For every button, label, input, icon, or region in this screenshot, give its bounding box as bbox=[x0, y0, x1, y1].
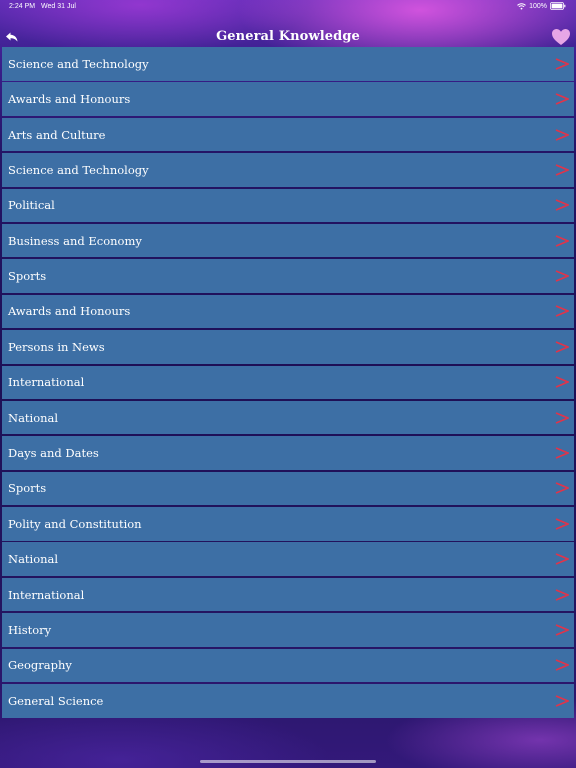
chevron-right-icon bbox=[555, 93, 569, 105]
status-time: 2:24 PM bbox=[9, 3, 36, 10]
chevron-right-icon bbox=[555, 234, 569, 247]
list-item[interactable]: International bbox=[2, 577, 574, 612]
list-item[interactable]: International bbox=[2, 365, 574, 400]
list-item[interactable]: Days and Dates bbox=[2, 436, 574, 470]
list-item-label: General Science bbox=[8, 693, 104, 708]
list-item[interactable]: Arts and Culture bbox=[2, 117, 574, 152]
list-item-label: Sports bbox=[8, 481, 47, 496]
chevron-right-icon bbox=[555, 695, 569, 707]
battery-icon bbox=[550, 2, 566, 10]
chevron-right-icon bbox=[555, 659, 569, 672]
list-item-label: International bbox=[8, 587, 85, 602]
list-item[interactable]: Political bbox=[2, 188, 574, 223]
chevron-right-icon bbox=[555, 199, 569, 212]
chevron-right-icon bbox=[555, 518, 569, 530]
navigation-bar: General Knowledge bbox=[0, 26, 576, 48]
list-item-label: Days and Dates bbox=[8, 446, 99, 461]
list-item[interactable]: History bbox=[2, 613, 574, 647]
chevron-right-icon bbox=[555, 411, 569, 424]
list-item-label: Awards and Honours bbox=[8, 92, 131, 107]
chevron-right-icon bbox=[555, 164, 569, 176]
list-item[interactable]: Business and Economy bbox=[2, 223, 574, 258]
chevron-right-icon bbox=[555, 305, 569, 318]
list-item[interactable]: Awards and Honours bbox=[2, 294, 574, 329]
list-item[interactable]: Geography bbox=[2, 648, 574, 683]
list-item-label: Political bbox=[8, 198, 55, 213]
heart-icon bbox=[552, 29, 570, 45]
list-item-label: National bbox=[8, 552, 59, 567]
list-item-label: Arts and Culture bbox=[8, 127, 106, 142]
category-list: Science and Technology Awards and Honours… bbox=[2, 47, 574, 719]
status-bar: 2:24 PM Wed 31 Jul 100% bbox=[0, 0, 576, 14]
home-indicator bbox=[200, 760, 376, 763]
list-item-label: Business and Economy bbox=[8, 233, 142, 248]
list-item-label: Science and Technology bbox=[8, 56, 149, 71]
list-item[interactable]: National bbox=[2, 542, 574, 576]
wifi-icon bbox=[517, 2, 526, 10]
list-item[interactable]: National bbox=[2, 400, 574, 435]
list-item-label: International bbox=[8, 375, 85, 390]
list-item-label: Awards and Honours bbox=[8, 304, 131, 319]
list-item-label: Sports bbox=[8, 269, 47, 284]
chevron-right-icon bbox=[555, 270, 569, 282]
list-item[interactable]: Sports bbox=[2, 471, 574, 506]
favorite-button[interactable] bbox=[551, 28, 571, 46]
status-date: Wed 31 Jul bbox=[41, 3, 76, 10]
status-indicators: 100% bbox=[517, 2, 566, 10]
chevron-right-icon bbox=[555, 447, 569, 459]
chevron-right-icon bbox=[555, 588, 569, 601]
list-item[interactable]: General Science bbox=[2, 684, 574, 718]
chevron-right-icon bbox=[555, 58, 569, 70]
list-item[interactable]: Sports bbox=[2, 259, 574, 293]
list-item-label: Geography bbox=[8, 658, 72, 673]
battery-percentage: 100% bbox=[529, 2, 547, 10]
chevron-right-icon bbox=[555, 128, 569, 141]
chevron-right-icon bbox=[555, 376, 569, 389]
list-item[interactable]: Science and Technology bbox=[2, 153, 574, 187]
list-item[interactable]: Science and Technology bbox=[2, 47, 574, 81]
list-item-label: Polity and Constitution bbox=[8, 516, 142, 531]
chevron-right-icon bbox=[555, 553, 569, 565]
page-title: General Knowledge bbox=[216, 29, 360, 44]
chevron-right-icon bbox=[555, 482, 569, 495]
chevron-right-icon bbox=[555, 341, 569, 353]
list-item-label: National bbox=[8, 410, 59, 425]
chevron-right-icon bbox=[555, 624, 569, 636]
list-item[interactable]: Polity and Constitution bbox=[2, 507, 574, 541]
list-item[interactable]: Persons in News bbox=[2, 330, 574, 364]
list-item-label: Science and Technology bbox=[8, 162, 149, 177]
list-item[interactable]: Awards and Honours bbox=[2, 82, 574, 116]
list-item-label: Persons in News bbox=[8, 339, 105, 354]
list-item-label: History bbox=[8, 623, 52, 637]
